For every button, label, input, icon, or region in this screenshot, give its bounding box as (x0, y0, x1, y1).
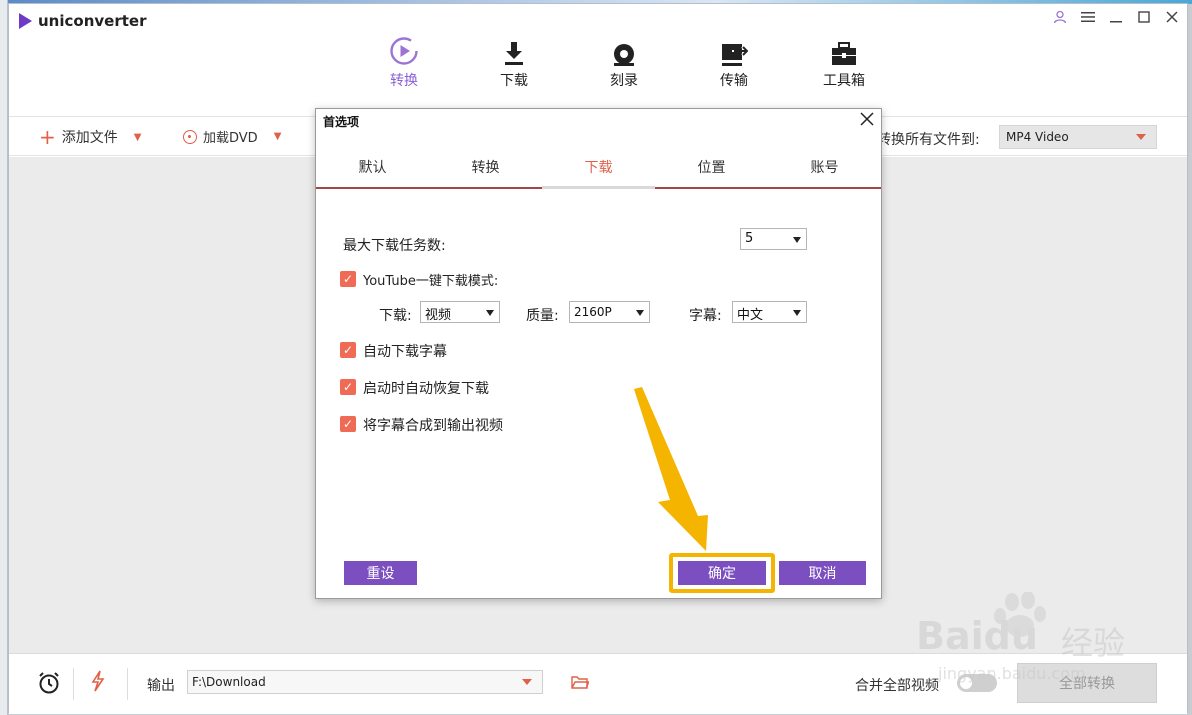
dialog-body: 最大下载任务数: 5 ✓ YouTube一键下载模式: 下载: 视频 质量: 2… (316, 191, 881, 598)
close-icon[interactable] (1163, 8, 1181, 26)
subtitle-language-value: 中文 (737, 308, 764, 323)
divider (127, 668, 128, 700)
dialog-tabs: 默认 转换 下载 位置 账号 (316, 145, 881, 189)
close-icon[interactable] (857, 111, 877, 131)
pointer-arrow-annotation (634, 387, 708, 551)
download-type-select[interactable]: 视频 (420, 301, 500, 323)
tab-burn-label: 刻录 (610, 73, 638, 89)
toolbox-icon (789, 34, 899, 66)
chevron-down-icon (793, 310, 801, 316)
maximize-icon[interactable] (1135, 8, 1153, 26)
download-icon (459, 34, 569, 66)
tab-transfer[interactable]: 传输 (679, 34, 789, 90)
title-bar: uniconverter 转换 下载 刻录 传输 工具箱 (9, 4, 1187, 114)
tab-account[interactable]: 账号 (768, 145, 881, 187)
watermark-brand: Baidu (916, 614, 1038, 658)
max-tasks-select[interactable]: 5 (740, 228, 807, 250)
tab-convert[interactable]: 转换 (349, 34, 459, 90)
chevron-down-icon (793, 237, 801, 243)
watermark-url: jingyan.baidu.com (938, 664, 1086, 683)
tab-toolbox[interactable]: 工具箱 (789, 34, 899, 90)
download-type-value: 视频 (425, 308, 452, 323)
merge-subtitle-label: 将字幕合成到输出视频 (363, 418, 503, 434)
ok-button[interactable]: 确定 (678, 561, 766, 585)
chevron-down-icon[interactable]: ▼ (274, 131, 282, 142)
load-dvd-button[interactable]: 加载DVD ▼ (183, 127, 281, 146)
app-logo: uniconverter (19, 12, 146, 30)
output-path-select[interactable]: F:\Download (187, 670, 543, 694)
transfer-icon (679, 34, 789, 66)
merge-subtitle-checkbox[interactable]: ✓ (340, 416, 356, 432)
dialog-title: 首选项 (323, 115, 360, 129)
play-logo-icon (19, 13, 32, 29)
cancel-button[interactable]: 取消 (779, 561, 866, 585)
folder-icon[interactable] (571, 674, 590, 689)
user-icon[interactable] (1051, 8, 1069, 26)
output-format-select[interactable]: MP4 Video (999, 125, 1157, 149)
youtube-mode-label: YouTube一键下载模式: (363, 274, 499, 289)
menu-icon[interactable] (1079, 8, 1097, 26)
tab-download-label: 下载 (500, 73, 528, 89)
tab-location[interactable]: 位置 (655, 145, 768, 187)
youtube-mode-checkbox[interactable]: ✓ (340, 271, 356, 287)
baidu-watermark: Baidu 经验 jingyan.baidu.com (916, 591, 1166, 683)
watermark-cn: 经验 (1061, 624, 1126, 662)
tab-toolbox-label: 工具箱 (823, 73, 865, 89)
tab-default[interactable]: 默认 (316, 145, 429, 187)
download-type-label: 下载: (379, 308, 412, 324)
resume-download-label: 启动时自动恢复下载 (363, 381, 489, 397)
subtitle-language-label: 字幕: (689, 308, 722, 324)
tab-transfer-label: 传输 (720, 73, 748, 89)
chevron-down-icon[interactable]: ▼ (134, 132, 142, 143)
load-dvd-label: 加载DVD (203, 131, 258, 146)
resume-download-checkbox[interactable]: ✓ (340, 379, 356, 395)
window-controls (1051, 8, 1181, 26)
burn-icon (569, 34, 679, 66)
quality-value: 2160P (574, 305, 612, 319)
output-path-value: F:\Download (192, 675, 266, 689)
output-label: 输出 (147, 678, 175, 694)
quality-select[interactable]: 2160P (569, 301, 650, 323)
chevron-down-icon (1136, 134, 1146, 140)
alarm-clock-icon[interactable] (37, 671, 61, 695)
quality-label: 质量: (526, 308, 559, 324)
chevron-down-icon (636, 310, 644, 316)
app-title: uniconverter (38, 12, 147, 30)
convert-icon (349, 34, 459, 66)
desktop-left-strip (0, 0, 8, 715)
tab-convert-label: 转换 (390, 73, 418, 89)
preferences-dialog: 首选项 默认 转换 下载 位置 账号 最大下载任务数: 5 ✓ YouTube一… (315, 108, 882, 599)
chevron-down-icon (522, 679, 532, 685)
tab-convert-settings[interactable]: 转换 (429, 145, 542, 187)
minimize-icon[interactable] (1107, 8, 1125, 26)
reset-button[interactable]: 重设 (344, 561, 417, 585)
max-tasks-label: 最大下载任务数: (343, 238, 446, 254)
auto-subtitle-checkbox[interactable]: ✓ (340, 342, 356, 358)
chevron-down-icon (486, 310, 494, 316)
add-files-label: 添加文件 (61, 130, 118, 146)
output-format-value: MP4 Video (1006, 130, 1069, 144)
divider (73, 668, 74, 700)
auto-subtitle-label: 自动下载字幕 (363, 344, 447, 360)
tab-download[interactable]: 下载 (459, 34, 569, 90)
subtitle-language-select[interactable]: 中文 (732, 301, 807, 323)
tab-burn[interactable]: 刻录 (569, 34, 679, 90)
convert-all-to-label: 转换所有文件到: (877, 132, 980, 148)
add-files-button[interactable]: + 添加文件 ▼ (39, 127, 141, 147)
max-tasks-value: 5 (745, 231, 754, 246)
plus-icon: + (39, 125, 56, 149)
lightning-icon[interactable] (91, 670, 105, 697)
main-tabs: 转换 下载 刻录 传输 工具箱 (349, 34, 899, 90)
disc-icon (183, 129, 197, 144)
tab-download-settings[interactable]: 下载 (542, 145, 655, 189)
